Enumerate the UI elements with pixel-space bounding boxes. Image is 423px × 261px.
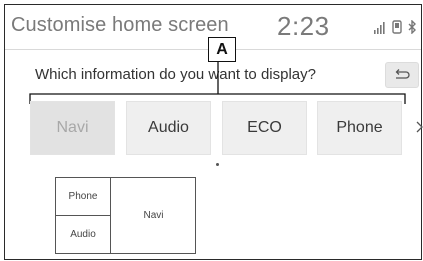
bluetooth-icon [408,20,416,34]
option-eco[interactable]: ECO [222,101,307,155]
layout-preview-right: Navi [143,210,164,221]
back-arrow-icon [395,69,410,79]
phone-icon [392,20,402,34]
option-audio[interactable]: Audio [126,101,211,155]
layout-preview: Phone Audio Navi [55,177,196,254]
option-phone[interactable]: Phone [317,101,402,155]
page-indicator-dot [216,163,219,166]
prompt-question: Which information do you want to display… [35,66,316,83]
signal-strength-icon [374,22,385,34]
screen-title: Customise home screen [11,14,229,36]
clock: 2:23 [277,11,330,41]
status-icons [374,18,417,34]
next-page-chevron-icon[interactable] [416,121,423,133]
back-button[interactable] [385,62,419,88]
customise-home-screen: Customise home screen 2:23 Which informa… [4,4,423,260]
callout-label: A [208,37,236,62]
option-navi[interactable]: Navi [30,101,115,155]
layout-preview-top-left: Phone [56,178,111,216]
layout-preview-bottom-left: Audio [56,216,111,253]
